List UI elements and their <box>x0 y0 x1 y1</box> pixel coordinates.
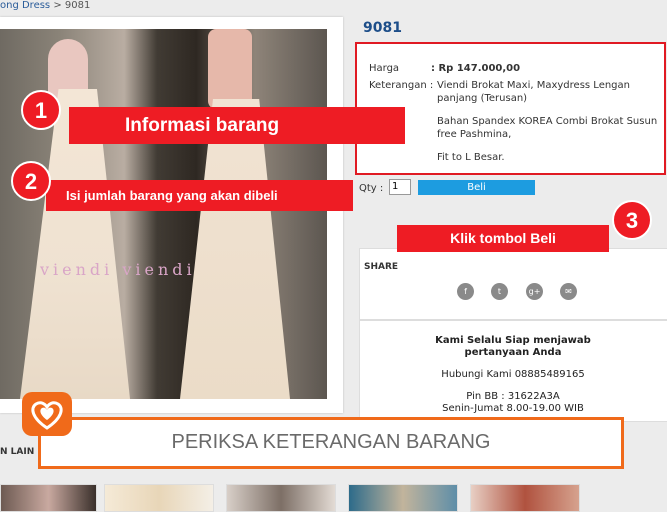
description-label: Keterangan : <box>369 80 434 91</box>
callout-step-1-number: 1 <box>21 90 61 130</box>
related-product-thumbnail[interactable] <box>104 484 214 512</box>
related-product-thumbnail[interactable] <box>348 484 458 512</box>
share-panel <box>359 248 667 320</box>
breadcrumb-separator: > <box>53 0 62 11</box>
qty-label: Qty : <box>359 183 384 194</box>
product-image[interactable] <box>0 29 327 399</box>
related-product-thumbnail[interactable] <box>226 484 336 512</box>
description-line-1: Viendi Brokat Maxi, Maxydress Lengan <box>437 80 630 91</box>
facebook-icon[interactable]: f <box>457 283 474 300</box>
twitter-icon[interactable]: t <box>491 283 508 300</box>
qty-input[interactable]: 1 <box>389 179 411 195</box>
description-line-4: free Pashmina, <box>437 129 512 140</box>
model-top-shape <box>208 29 252 109</box>
email-icon[interactable]: ✉ <box>560 283 577 300</box>
callout-step-3-number: 3 <box>612 200 652 240</box>
callout-step-1-banner: Informasi barang <box>69 107 405 144</box>
check-description-text: PERIKSA KETERANGAN BARANG <box>171 431 491 453</box>
heart-logo-icon <box>22 392 72 436</box>
buy-button[interactable]: Beli <box>418 180 535 195</box>
description-line-3: Bahan Spandex KOREA Combi Brokat Susun <box>437 116 658 127</box>
price-value: : Rp 147.000,00 <box>431 63 521 74</box>
product-title: 9081 <box>363 20 402 36</box>
contact-pin-bb: Pin BB : 31622A3A <box>466 391 560 402</box>
related-products-label: N LAIN <box>0 447 35 457</box>
google-plus-icon[interactable]: g+ <box>526 283 543 300</box>
description-line-2: panjang (Terusan) <box>437 93 528 104</box>
breadcrumb-current: 9081 <box>64 0 91 11</box>
contact-line-1: Kami Selalu Siap menjawab <box>435 335 591 346</box>
contact-hours: Senin-Jumat 8.00-19.00 WIB <box>442 403 584 414</box>
dress-right-shape <box>180 99 290 399</box>
related-product-thumbnail[interactable] <box>0 484 97 512</box>
contact-phone: Hubungi Kami 08885489165 <box>441 369 585 380</box>
callout-step-2-number: 2 <box>11 161 51 201</box>
description-line-5: Fit to L Besar. <box>437 152 505 163</box>
callout-step-2-banner: Isi jumlah barang yang akan dibeli <box>46 180 353 211</box>
breadcrumb: ong Dress > 9081 <box>0 0 90 11</box>
callout-step-3-banner: Klik tombol Beli <box>397 225 609 252</box>
image-watermark: viendi viendi <box>40 260 196 279</box>
contact-line-2: pertanyaan Anda <box>464 347 562 358</box>
related-product-thumbnail[interactable] <box>470 484 580 512</box>
price-label: Harga <box>369 63 400 74</box>
share-label: SHARE <box>364 262 399 272</box>
breadcrumb-parent-link[interactable]: ong Dress <box>0 0 50 11</box>
